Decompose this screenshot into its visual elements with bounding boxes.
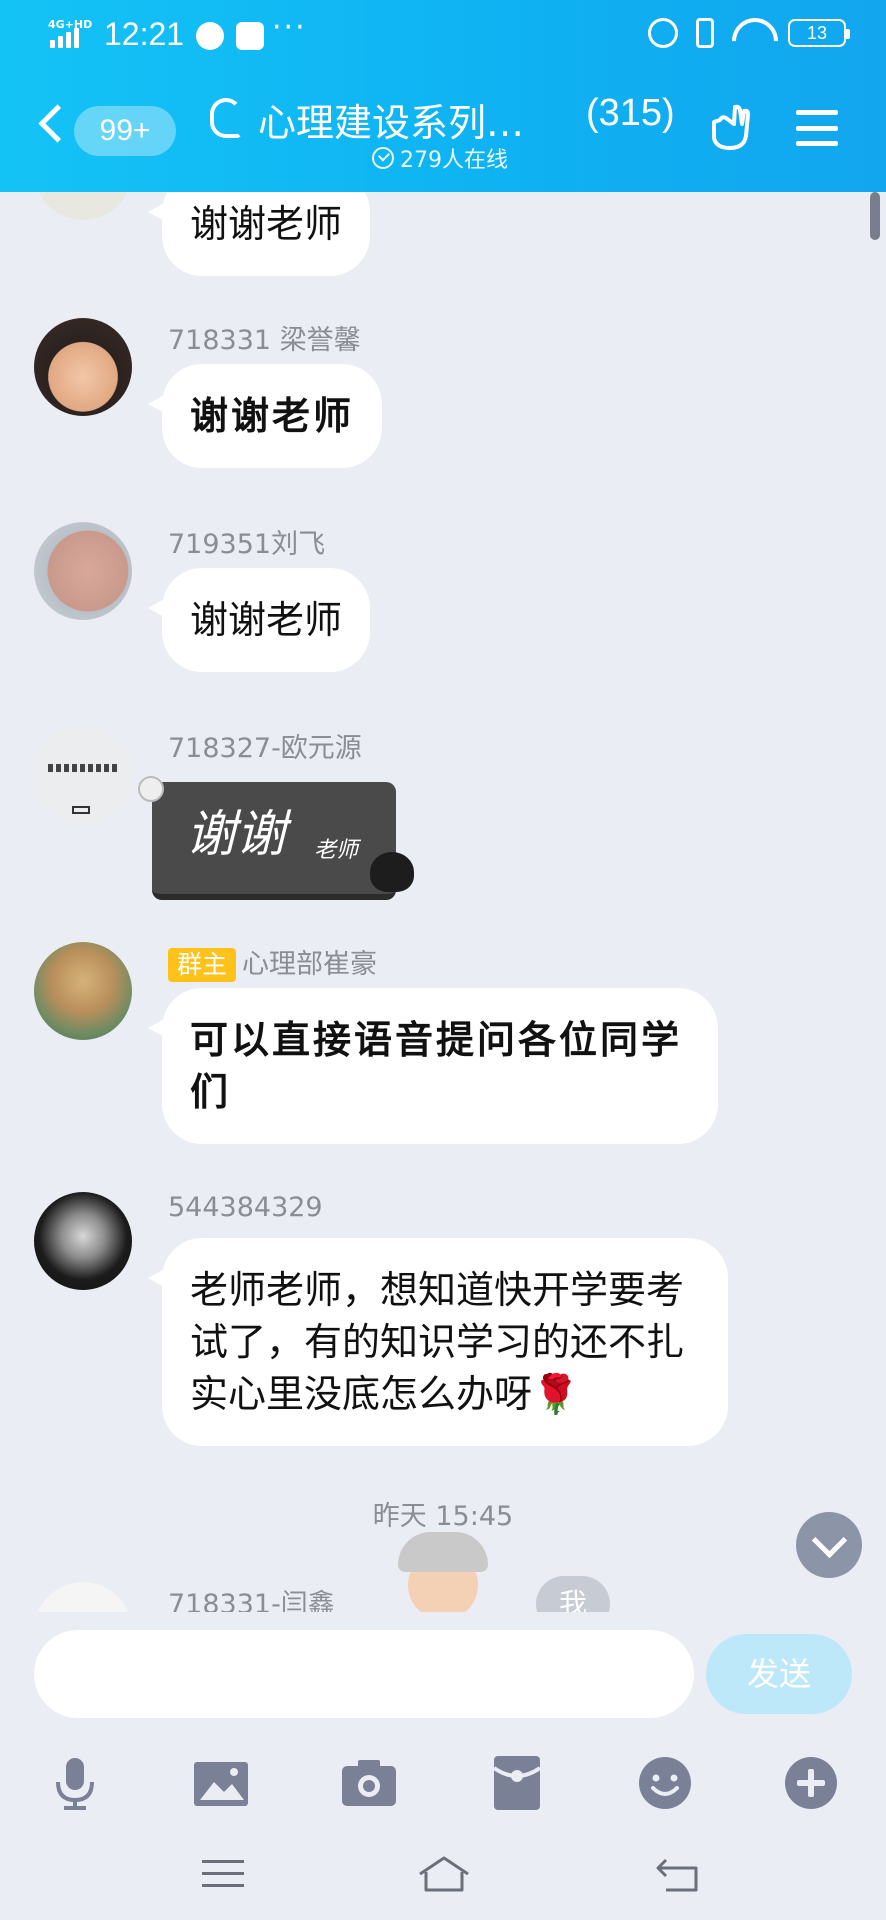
red-packet-icon[interactable] xyxy=(488,1754,546,1812)
online-count: 279人在线 xyxy=(372,142,508,174)
wifi-icon xyxy=(732,18,770,48)
plus-icon[interactable] xyxy=(782,1754,840,1812)
mail-notification-icon xyxy=(236,22,264,50)
avatar[interactable] xyxy=(34,1582,132,1612)
chat-header: 4G+HD 12:21 ··· 13 99+ 心理建设系列… (315) 279… xyxy=(0,0,886,192)
message-bubble[interactable]: 老师老师，想知道快开学要考试了，有的知识学习的还不扎实心里没底怎么办呀🌹 xyxy=(148,1238,728,1446)
composer-toolbar xyxy=(0,1742,886,1822)
avatar[interactable] xyxy=(34,192,132,220)
sticker-text: 谢谢 xyxy=(186,805,286,863)
back-nav-icon[interactable] xyxy=(652,1852,702,1896)
sticker-small-text: 老师 xyxy=(314,838,359,863)
message-bubble[interactable]: 谢谢老师 xyxy=(147,192,371,276)
clock: 12:21 xyxy=(104,16,185,52)
avatar[interactable] xyxy=(34,522,132,620)
vibrate-icon xyxy=(696,18,714,48)
system-navigation-bar xyxy=(0,1828,886,1920)
menu-button[interactable] xyxy=(796,110,838,146)
ear-icon[interactable] xyxy=(210,98,242,138)
emoji-icon[interactable] xyxy=(636,1754,694,1812)
avatar[interactable] xyxy=(34,318,132,416)
group-title[interactable]: 心理建设系列… xyxy=(258,92,524,147)
check-circle-icon xyxy=(372,147,394,169)
scrollbar[interactable] xyxy=(870,192,880,240)
send-button[interactable]: 发送 xyxy=(706,1634,852,1714)
status-bar: 4G+HD 12:21 ··· 13 xyxy=(0,0,886,70)
message-list[interactable]: 谢谢老师 718331 梁誉馨 谢谢老师 719351刘飞 谢谢老师 71832… xyxy=(0,192,886,1612)
sender-name: 719351刘飞 xyxy=(168,529,326,560)
message-bubble[interactable]: 谢谢老师 xyxy=(147,568,371,672)
camera-icon[interactable] xyxy=(340,1754,398,1812)
microphone-icon[interactable] xyxy=(46,1754,104,1812)
group-owner-badge: 群主 xyxy=(168,948,237,982)
hand-gesture-icon[interactable] xyxy=(706,102,754,150)
message-input[interactable] xyxy=(34,1630,694,1718)
sender-name: 544384329 xyxy=(168,1192,323,1223)
unread-badge[interactable]: 99+ xyxy=(74,106,176,156)
home-icon[interactable] xyxy=(416,1852,472,1896)
ghost-icon xyxy=(138,776,164,802)
avatar[interactable] xyxy=(34,726,132,824)
time-divider: 昨天 15:45 xyxy=(372,1501,514,1532)
battery-icon: 13 xyxy=(788,19,850,47)
sender-name: 718331-闫鑫 xyxy=(168,1589,335,1612)
member-count[interactable]: (315) xyxy=(586,92,675,135)
sticker-message[interactable]: 谢谢 老师 xyxy=(138,772,414,900)
message-bubble[interactable]: 可以直接语音提问各位同学们 xyxy=(148,988,718,1144)
composer: 发送 xyxy=(0,1612,886,1920)
avatar[interactable] xyxy=(34,942,132,1040)
image-icon[interactable] xyxy=(192,1754,250,1812)
back-button[interactable] xyxy=(34,104,64,144)
scroll-down-button[interactable] xyxy=(796,1512,862,1578)
signal-icon: 4G+HD xyxy=(48,18,94,48)
message-bubble[interactable]: 谢谢老师 xyxy=(147,364,383,468)
sender-name: 718327-欧元源 xyxy=(168,733,362,764)
more-notifications-icon: ··· xyxy=(272,10,307,45)
alarm-icon xyxy=(648,18,678,48)
black-cat-icon xyxy=(370,852,414,892)
avatar[interactable] xyxy=(34,1192,132,1290)
recent-apps-icon[interactable] xyxy=(198,1852,248,1896)
character-sticker xyxy=(388,1532,498,1612)
sender-name: 718331 梁誉馨 xyxy=(168,325,361,356)
sender-name: 群主 心理部崔豪 xyxy=(168,942,377,982)
speed-notification-icon xyxy=(196,22,224,50)
